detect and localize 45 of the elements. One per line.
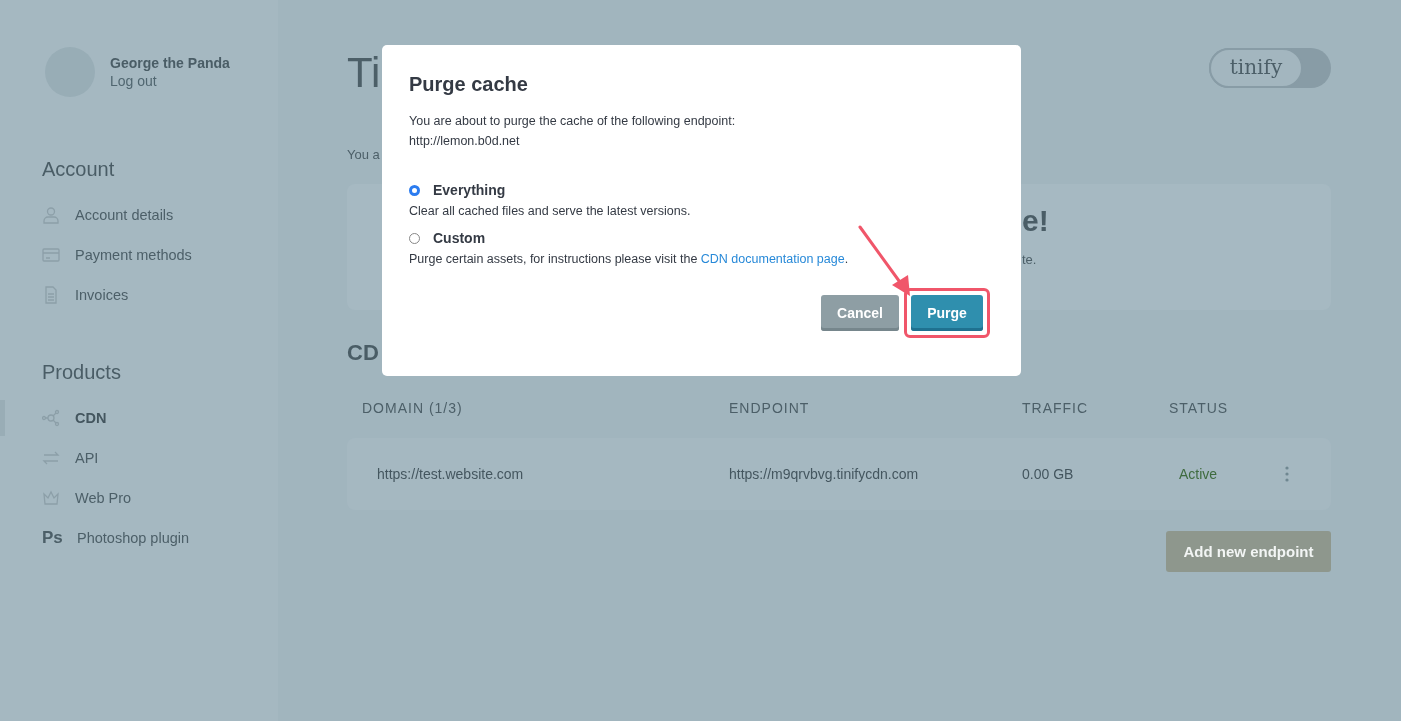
app-logo-icon: Ps [42,528,62,548]
more-options-icon[interactable] [1285,466,1289,482]
column-header: ENDPOINT [729,400,811,416]
sidebar-item[interactable]: API [75,450,99,466]
radio-button[interactable] [409,232,420,244]
endpoint-url: http://lemon.b0d.net [409,134,521,148]
page-title: Ti [347,48,381,98]
add-endpoint-button[interactable]: Add new endpoint [1166,531,1331,572]
section-heading: Account [42,158,116,181]
network-icon [42,409,60,427]
logout-link[interactable]: Log out [110,73,230,89]
option-description: Clear all cached files and serve the latest versions. [409,204,692,218]
card-heading: e! [1022,204,1050,238]
column-header: DOMAIN (1/3) [362,400,464,416]
radio-button[interactable] [409,184,420,196]
table-cell-text: https://m9qrvbvg.tinifycdn.com [729,466,920,482]
sidebar-item[interactable]: Payment methods [75,247,192,263]
section-heading: Products [42,361,122,384]
documentation-link[interactable]: CDN documentation page [700,252,845,266]
document-icon [42,286,60,304]
dialog-button[interactable]: Cancel [821,295,899,331]
column-header: TRAFFIC [1022,400,1090,416]
sidebar-item[interactable]: CDN [75,410,107,426]
dialog-button[interactable]: Purge [911,295,983,331]
crown-icon [42,489,60,507]
option-label: Everything [433,182,506,198]
user-name: George the Panda [110,55,230,71]
option-label: Custom [433,230,486,246]
dialog-message: You are about to purge the cache of the following endpoint: [409,114,737,128]
intro-text: You a [347,147,381,162]
column-header: STATUS [1169,400,1230,416]
status-text: Active [1179,466,1219,482]
dialog-title: Purge cache [409,73,529,96]
table-cell-text: https://test.website.com [377,466,525,482]
person-icon [42,206,60,224]
swap-arrows-icon [42,449,60,467]
sidebar-item[interactable]: Account details [75,207,174,223]
sidebar-item[interactable]: Web Pro [75,490,132,506]
option-description: Purge certain assets, for instructions please visit the CDN documentation page. [409,252,850,266]
sidebar-item[interactable]: Photoshop plugin [77,530,190,546]
card-text: te. [1022,252,1038,267]
sidebar-item[interactable]: Invoices [75,287,129,303]
section-heading: CD [347,340,380,366]
table-cell-text: 0.00 GB [1022,466,1075,482]
credit-card-icon [42,246,60,264]
